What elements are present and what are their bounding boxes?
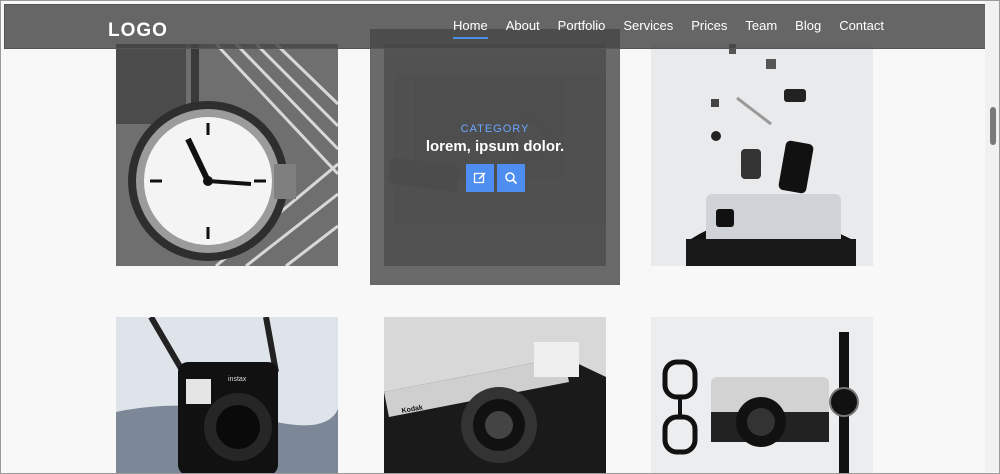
hover-actions — [466, 164, 525, 192]
main-nav: Home About Portfolio Services Prices Tea… — [453, 18, 884, 39]
edit-button[interactable] — [466, 164, 494, 192]
portfolio-item-clock[interactable] — [116, 44, 338, 266]
nav-portfolio[interactable]: Portfolio — [558, 18, 606, 39]
hover-text: CATEGORY lorem, ipsum dolor. — [371, 123, 619, 155]
page-scrollbar-track[interactable] — [985, 0, 999, 472]
item-category[interactable]: CATEGORY — [371, 123, 619, 135]
nav-contact[interactable]: Contact — [839, 18, 884, 39]
bag-image — [651, 44, 873, 266]
instax-image: instax — [116, 317, 338, 473]
item-title: lorem, ipsum dolor. — [425, 138, 565, 155]
kodak-image: Kodak — [384, 317, 606, 473]
site-logo[interactable]: LOGO — [108, 20, 168, 42]
portfolio-page: LOGO Home About Portfolio Services Price… — [1, 1, 998, 473]
nav-prices[interactable]: Prices — [691, 18, 727, 39]
portfolio-item-bag[interactable] — [651, 44, 873, 266]
edit-icon — [473, 172, 486, 184]
nav-team[interactable]: Team — [745, 18, 777, 39]
portfolio-item-glasses[interactable] — [651, 317, 873, 473]
glasses-image — [651, 317, 873, 473]
portfolio-item-instax[interactable]: instax — [116, 317, 338, 473]
nav-blog[interactable]: Blog — [795, 18, 821, 39]
portfolio-hover-overlay[interactable]: CATEGORY lorem, ipsum dolor. — [370, 29, 620, 285]
nav-services[interactable]: Services — [623, 18, 673, 39]
search-button[interactable] — [497, 164, 525, 192]
nav-home[interactable]: Home — [453, 18, 488, 39]
nav-about[interactable]: About — [506, 18, 540, 39]
page-scrollbar-thumb[interactable] — [990, 107, 996, 145]
portfolio-item-kodak[interactable]: Kodak — [384, 317, 606, 473]
site-header: LOGO Home About Portfolio Services Price… — [4, 4, 995, 49]
search-icon — [505, 172, 518, 185]
svg-text:instax: instax — [228, 376, 247, 383]
clock-image — [116, 44, 338, 266]
